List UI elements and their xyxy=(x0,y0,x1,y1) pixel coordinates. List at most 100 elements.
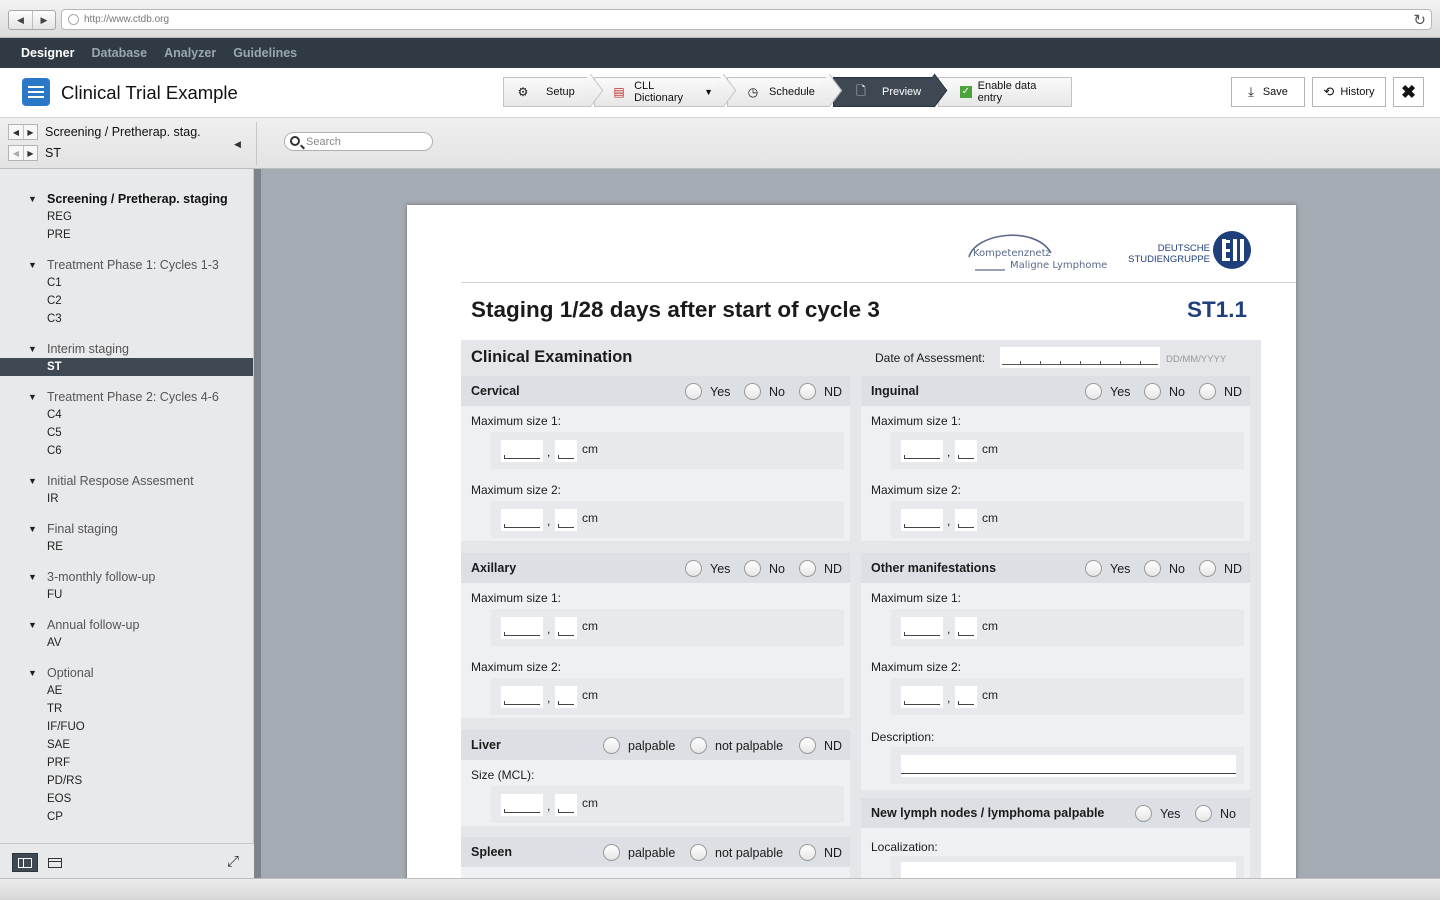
sidebar-item-c4[interactable]: C4 xyxy=(0,406,253,424)
sidebar-item-eos[interactable]: EOS xyxy=(0,790,253,808)
search-input[interactable] xyxy=(306,135,426,148)
liver-size-dec[interactable] xyxy=(555,794,577,816)
sidebar-item-av[interactable]: AV xyxy=(0,634,253,652)
expand-triangle-icon[interactable]: ▼ xyxy=(28,620,37,630)
sidebar-item-st[interactable]: ST xyxy=(0,358,253,376)
new-nodes-yes-radio[interactable]: Yes xyxy=(1135,805,1180,822)
step-preview[interactable]: 🗋 Preview xyxy=(833,77,935,107)
sidebar-item-fu[interactable]: FU xyxy=(0,586,253,604)
nav-designer[interactable]: Designer xyxy=(21,46,75,60)
inguinal-max1-dec[interactable] xyxy=(955,440,977,462)
expand-triangle-icon[interactable]: ▼ xyxy=(28,572,37,582)
sidebar-group-title[interactable]: Interim staging xyxy=(47,340,253,358)
nav-database[interactable]: Database xyxy=(92,46,148,60)
liver-not-palpable-radio[interactable]: not palpable xyxy=(690,737,783,754)
inguinal-yes-radio[interactable]: Yes xyxy=(1085,383,1130,400)
sidebar-item-sae[interactable]: SAE xyxy=(0,736,253,754)
cervical-max2-dec[interactable] xyxy=(555,509,577,531)
cervical-max2-int[interactable] xyxy=(501,509,543,531)
url-bar[interactable]: http://www.ctdb.org ↻ xyxy=(61,9,1432,30)
expand-triangle-icon[interactable]: ▼ xyxy=(28,476,37,486)
sidebar-group-title[interactable]: Annual follow-up xyxy=(47,616,253,634)
sidebar-item-c2[interactable]: C2 xyxy=(0,292,253,310)
spleen-nd-radio[interactable]: ND xyxy=(799,844,842,861)
description-field[interactable] xyxy=(901,755,1236,777)
cervical-max1-dec[interactable] xyxy=(555,440,577,462)
step-enable-data-entry[interactable]: ✓ Enable data entry xyxy=(938,77,1072,107)
history-button[interactable]: ⟲ History xyxy=(1312,77,1386,107)
axillary-nd-radio[interactable]: ND xyxy=(799,560,842,577)
close-button[interactable]: ✖ xyxy=(1393,77,1424,107)
fullscreen-icon[interactable]: ⤢ xyxy=(227,853,239,870)
dropdown-caret-icon[interactable]: ▼ xyxy=(704,87,713,97)
sidebar-group-title[interactable]: 3-monthly follow-up xyxy=(47,568,253,586)
forward-icon[interactable]: ▶ xyxy=(32,11,55,29)
sidebar-group-title[interactable]: Treatment Phase 1: Cycles 1-3 xyxy=(47,256,253,274)
date-of-assessment-field[interactable] xyxy=(1000,347,1160,368)
expand-triangle-icon[interactable]: ▼ xyxy=(28,668,37,678)
sidebar-item-re[interactable]: RE xyxy=(0,538,253,556)
inguinal-max1-int[interactable] xyxy=(901,440,943,462)
inguinal-max2-dec[interactable] xyxy=(955,509,977,531)
spleen-not-palpable-radio[interactable]: not palpable xyxy=(690,844,783,861)
new-nodes-no-radio[interactable]: No xyxy=(1195,805,1236,822)
expand-triangle-icon[interactable]: ▼ xyxy=(28,344,37,354)
other-max2-int[interactable] xyxy=(901,686,943,708)
spleen-palpable-radio[interactable]: palpable xyxy=(603,844,675,861)
sidebar-item-c6[interactable]: C6 xyxy=(0,442,253,460)
inguinal-nd-radio[interactable]: ND xyxy=(1199,383,1242,400)
sidebar-item-ae[interactable]: AE xyxy=(0,682,253,700)
sidebar-item-prf[interactable]: PRF xyxy=(0,754,253,772)
save-button[interactable]: ⤓ Save xyxy=(1231,77,1305,107)
liver-palpable-radio[interactable]: palpable xyxy=(603,737,675,754)
axillary-yes-radio[interactable]: Yes xyxy=(685,560,730,577)
collapse-sidebar-icon[interactable]: ◀ xyxy=(234,139,241,150)
prev-group-icon[interactable]: ◀ xyxy=(9,125,23,139)
expand-triangle-icon[interactable]: ▼ xyxy=(28,260,37,270)
sidebar-item-reg[interactable]: REG xyxy=(0,208,253,226)
nav-analyzer[interactable]: Analyzer xyxy=(164,46,216,60)
liver-size-int[interactable] xyxy=(501,794,543,816)
inguinal-no-radio[interactable]: No xyxy=(1144,383,1185,400)
sidebar-item-ir[interactable]: IR xyxy=(0,490,253,508)
other-nd-radio[interactable]: ND xyxy=(1199,560,1242,577)
cervical-nd-radio[interactable]: ND xyxy=(799,383,842,400)
expand-triangle-icon[interactable]: ▼ xyxy=(28,194,37,204)
sidebar-item-cp[interactable]: CP xyxy=(0,808,253,826)
next-group-icon[interactable]: ▶ xyxy=(23,125,37,139)
sidebar-item-if-fuo[interactable]: IF/FUO xyxy=(0,718,253,736)
axillary-max1-dec[interactable] xyxy=(555,617,577,639)
sidebar-group-title[interactable]: Treatment Phase 2: Cycles 4-6 xyxy=(47,388,253,406)
sidebar-group-title[interactable]: Final staging xyxy=(47,520,253,538)
other-max2-dec[interactable] xyxy=(955,686,977,708)
sidebar-item-c3[interactable]: C3 xyxy=(0,310,253,328)
other-max1-int[interactable] xyxy=(901,617,943,639)
expand-triangle-icon[interactable]: ▼ xyxy=(28,392,37,402)
prev-form-icon[interactable]: ◀ xyxy=(9,146,23,160)
sidebar-resize-handle[interactable] xyxy=(254,169,261,878)
expand-triangle-icon[interactable]: ▼ xyxy=(28,524,37,534)
sidebar-item-tr[interactable]: TR xyxy=(0,700,253,718)
axillary-max1-int[interactable] xyxy=(501,617,543,639)
inguinal-max2-int[interactable] xyxy=(901,509,943,531)
other-no-radio[interactable]: No xyxy=(1144,560,1185,577)
axillary-max2-int[interactable] xyxy=(501,686,543,708)
axillary-no-radio[interactable]: No xyxy=(744,560,785,577)
reload-icon[interactable]: ↻ xyxy=(1413,11,1426,29)
localization-field[interactable] xyxy=(901,862,1236,878)
sidebar-item-pd-rs[interactable]: PD/RS xyxy=(0,772,253,790)
sidebar-item-c5[interactable]: C5 xyxy=(0,424,253,442)
sidebar-item-c1[interactable]: C1 xyxy=(0,274,253,292)
table-view-button[interactable] xyxy=(42,853,68,872)
cervical-yes-radio[interactable]: Yes xyxy=(685,383,730,400)
other-yes-radio[interactable]: Yes xyxy=(1085,560,1130,577)
cervical-max1-int[interactable] xyxy=(501,440,543,462)
next-form-icon[interactable]: ▶ xyxy=(23,146,37,160)
axillary-max2-dec[interactable] xyxy=(555,686,577,708)
sidebar-item-pre[interactable]: PRE xyxy=(0,226,253,244)
step-cll-dictionary[interactable]: ▤ CLL Dictionary ▼ xyxy=(594,77,724,107)
sidebar-view-button[interactable] xyxy=(12,853,38,872)
step-schedule[interactable]: ◷ Schedule xyxy=(727,77,830,107)
nav-guidelines[interactable]: Guidelines xyxy=(233,46,297,60)
step-setup[interactable]: ⚙ Setup xyxy=(503,77,591,107)
